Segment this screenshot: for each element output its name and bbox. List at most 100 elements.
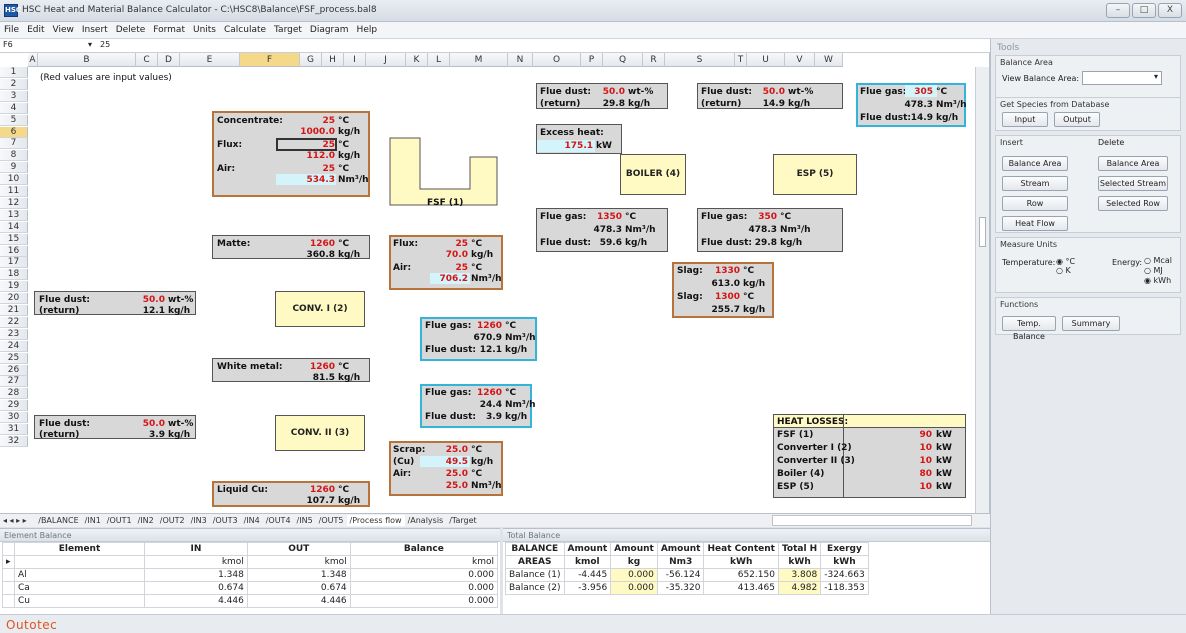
table-cell[interactable]: 0.674	[144, 581, 248, 595]
row-header-18[interactable]: 18	[0, 269, 28, 281]
row-header-25[interactable]: 25	[0, 352, 28, 364]
minimize-button[interactable]: –	[1106, 3, 1130, 18]
column-header-g[interactable]: G	[300, 53, 322, 67]
temp-balance-button[interactable]: Temp. Balance	[1002, 316, 1056, 341]
column-header-n[interactable]: N	[508, 53, 533, 67]
energy-mcal-radio[interactable]: ○ Mcal	[1144, 256, 1172, 265]
table-cell[interactable]: 1.348	[144, 568, 248, 582]
flue-dust-percent[interactable]: 50.0	[750, 87, 785, 97]
column-header-a[interactable]: A	[28, 53, 38, 67]
row-header-2[interactable]: 2	[0, 78, 28, 90]
concentrate-mass[interactable]: 1000.0	[280, 127, 335, 137]
total-balance-table[interactable]: BALANCE Amount Amount Amount Heat Content Tot…	[505, 542, 869, 595]
column-header-q[interactable]: Q	[603, 53, 643, 67]
row-header-12[interactable]: 12	[0, 197, 28, 209]
table-row[interactable]: Cu 4.446 4.446 0.000	[2, 594, 499, 608]
column-header-t[interactable]: T	[735, 53, 747, 67]
table-row[interactable]: Balance (1) -4.445 0.000 -56.124 652.150 3.80…	[505, 568, 869, 582]
menu-insert[interactable]: Insert	[78, 22, 112, 35]
tab-out3[interactable]: /OUT3	[210, 515, 241, 526]
maximize-button[interactable]: □	[1132, 3, 1156, 18]
column-header[interactable]: Heat Content	[703, 542, 779, 556]
table-cell[interactable]: -56.124	[656, 568, 705, 582]
air-temp[interactable]: 25	[430, 263, 468, 273]
slag-temp[interactable]: 1330	[708, 266, 740, 276]
flue-dust-percent[interactable]: 50.0	[135, 295, 165, 305]
menu-calculate[interactable]: Calculate	[220, 22, 270, 35]
row-header-26[interactable]: 26	[0, 364, 28, 376]
table-cell[interactable]: -118.353	[820, 581, 869, 595]
air-volume[interactable]: 25.0	[430, 481, 468, 491]
column-header-r[interactable]: R	[643, 53, 665, 67]
row-header-23[interactable]: 23	[0, 328, 28, 340]
tab-out4[interactable]: /OUT4	[263, 515, 294, 526]
table-cell[interactable]: Ca	[14, 581, 145, 595]
table-cell[interactable]: 0.674	[246, 581, 351, 595]
row-header-10[interactable]: 10	[0, 174, 28, 186]
row-header-6[interactable]: 6	[0, 126, 28, 138]
menu-view[interactable]: View	[49, 22, 78, 35]
menu-help[interactable]: Help	[353, 22, 382, 35]
menu-file[interactable]: File	[0, 22, 23, 35]
column-header[interactable]: BALANCE	[505, 542, 565, 556]
energy-mj-radio[interactable]: ○ MJ	[1144, 266, 1163, 275]
row-header-9[interactable]: 9	[0, 162, 28, 174]
boiler-unit[interactable]: BOILER (4)	[620, 154, 686, 195]
column-header-o[interactable]: O	[533, 53, 581, 67]
flue-dust-percent[interactable]: 50.0	[135, 419, 165, 429]
heat-loss-value[interactable]: 10	[900, 482, 932, 492]
column-header[interactable]: Element	[14, 542, 145, 556]
table-row[interactable]: Ca 0.674 0.674 0.000	[2, 581, 499, 595]
table-cell[interactable]: 4.446	[144, 594, 248, 608]
tab-in3[interactable]: /IN3	[188, 515, 210, 526]
column-header-i[interactable]: I	[344, 53, 366, 67]
row-header-5[interactable]: 5	[0, 114, 28, 126]
matte-temp[interactable]: 1260	[280, 239, 335, 249]
table-cell[interactable]: -324.663	[820, 568, 869, 582]
row-header-13[interactable]: 13	[0, 209, 28, 221]
flue-gas-temp[interactable]: 350	[745, 212, 777, 222]
table-cell[interactable]: 3.808	[777, 568, 822, 582]
row-header-1[interactable]: 1	[0, 67, 28, 78]
table-cell[interactable]: Balance (2)	[505, 581, 565, 595]
cell-reference[interactable]: F6	[3, 40, 63, 52]
row-header-14[interactable]: 14	[0, 221, 28, 233]
cell-value-input[interactable]: 25	[100, 40, 110, 49]
table-cell[interactable]: Al	[14, 568, 145, 582]
column-header-u[interactable]: U	[747, 53, 785, 67]
flux-temp[interactable]: 25	[430, 239, 468, 249]
heat-loss-value[interactable]: 80	[900, 469, 932, 479]
column-header[interactable]: IN	[144, 542, 248, 556]
table-cell[interactable]: 413.465	[703, 581, 779, 595]
row-header-22[interactable]: 22	[0, 316, 28, 328]
flue-gas-temp[interactable]: 305	[905, 87, 933, 97]
flue-gas-temp[interactable]: 1350	[590, 212, 622, 222]
table-cell[interactable]: 652.150	[703, 568, 779, 582]
scrap-mass[interactable]: 49.5	[430, 457, 468, 467]
delete-selected-stream-button[interactable]: Selected Stream	[1098, 176, 1168, 191]
column-header-b[interactable]: B	[38, 53, 136, 67]
flue-gas-temp[interactable]: 1260	[470, 388, 502, 398]
tab-nav-arrows[interactable]: ◂ ◂ ▸ ▸	[0, 515, 30, 526]
energy-kwh-radio[interactable]: ◉ kWh	[1144, 276, 1171, 285]
fsf-furnace-shape[interactable]	[389, 137, 499, 207]
air-volume[interactable]: 706.2	[430, 274, 468, 284]
row-header-24[interactable]: 24	[0, 340, 28, 352]
input-button[interactable]: Input	[1002, 112, 1048, 127]
converter-2-unit[interactable]: CONV. II (3)	[275, 415, 365, 451]
menu-target[interactable]: Target	[270, 22, 306, 35]
row-header-20[interactable]: 20	[0, 293, 28, 305]
table-row[interactable]: Balance (2) -3.956 0.000 -35.320 413.465 4.98…	[505, 581, 869, 595]
excess-heat-value[interactable]: 175.1	[555, 141, 593, 151]
row-header-4[interactable]: 4	[0, 102, 28, 114]
table-cell[interactable]: 0.000	[610, 568, 658, 582]
table-row[interactable]: Al 1.348 1.348 0.000	[2, 568, 499, 582]
column-header-p[interactable]: P	[581, 53, 603, 67]
column-header-d[interactable]: D	[158, 53, 180, 67]
table-cell[interactable]: 0.000	[610, 581, 658, 595]
insert-stream-button[interactable]: Stream	[1002, 176, 1068, 191]
table-cell[interactable]: 4.982	[777, 581, 822, 595]
table-cell[interactable]: -3.956	[563, 581, 612, 595]
insert-balance-area-button[interactable]: Balance Area	[1002, 156, 1068, 171]
close-button[interactable]: X	[1158, 3, 1182, 18]
